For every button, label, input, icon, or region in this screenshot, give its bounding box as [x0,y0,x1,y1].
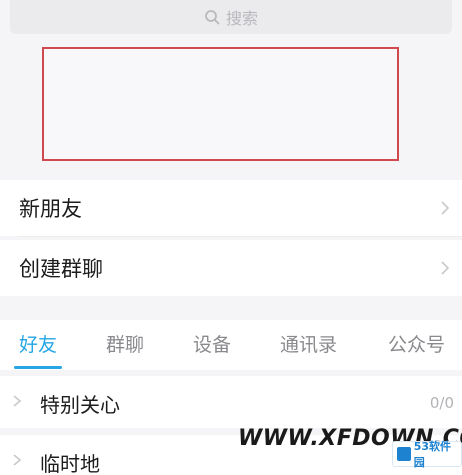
tab-contacts[interactable]: 通讯录 [280,330,337,357]
group-label: 临时地 [40,452,100,475]
row-divider [19,236,462,237]
active-tab-indicator [14,366,62,369]
badge-text: 53软件园 [413,440,452,469]
chevron-right-icon [13,454,22,466]
create-group-chat-label: 创建群聊 [19,257,103,281]
group-label: 特别关心 [40,393,120,417]
new-friends-row[interactable]: 新朋友 [0,180,462,236]
search-placeholder: 搜索 [225,9,258,28]
chevron-right-icon [441,261,450,275]
create-group-chat-row[interactable]: 创建群聊 [0,240,462,296]
chevron-right-icon [13,395,22,407]
contacts-screen: 搜索 新朋友 创建群聊 好友 群聊 设备 通讯录 公众号 特别关心 0/0 临时… [0,0,462,475]
contacts-tab-bar: 好友 群聊 设备 通讯录 公众号 [0,320,462,370]
friend-group-special-care[interactable]: 特别关心 0/0 [0,376,462,428]
watermark-badge: 53软件园 [392,440,462,469]
chevron-right-icon [441,201,450,215]
badge-logo-icon [397,447,411,461]
tab-official-accounts[interactable]: 公众号 [388,330,445,357]
search-bar[interactable]: 搜索 [10,0,452,34]
tab-friends[interactable]: 好友 [19,330,57,357]
highlight-box [42,47,399,161]
search-icon [205,10,220,25]
new-friends-label: 新朋友 [19,197,82,221]
tab-devices[interactable]: 设备 [193,330,231,357]
group-count: 0/0 [429,394,454,412]
tab-group-chats[interactable]: 群聊 [106,330,144,357]
